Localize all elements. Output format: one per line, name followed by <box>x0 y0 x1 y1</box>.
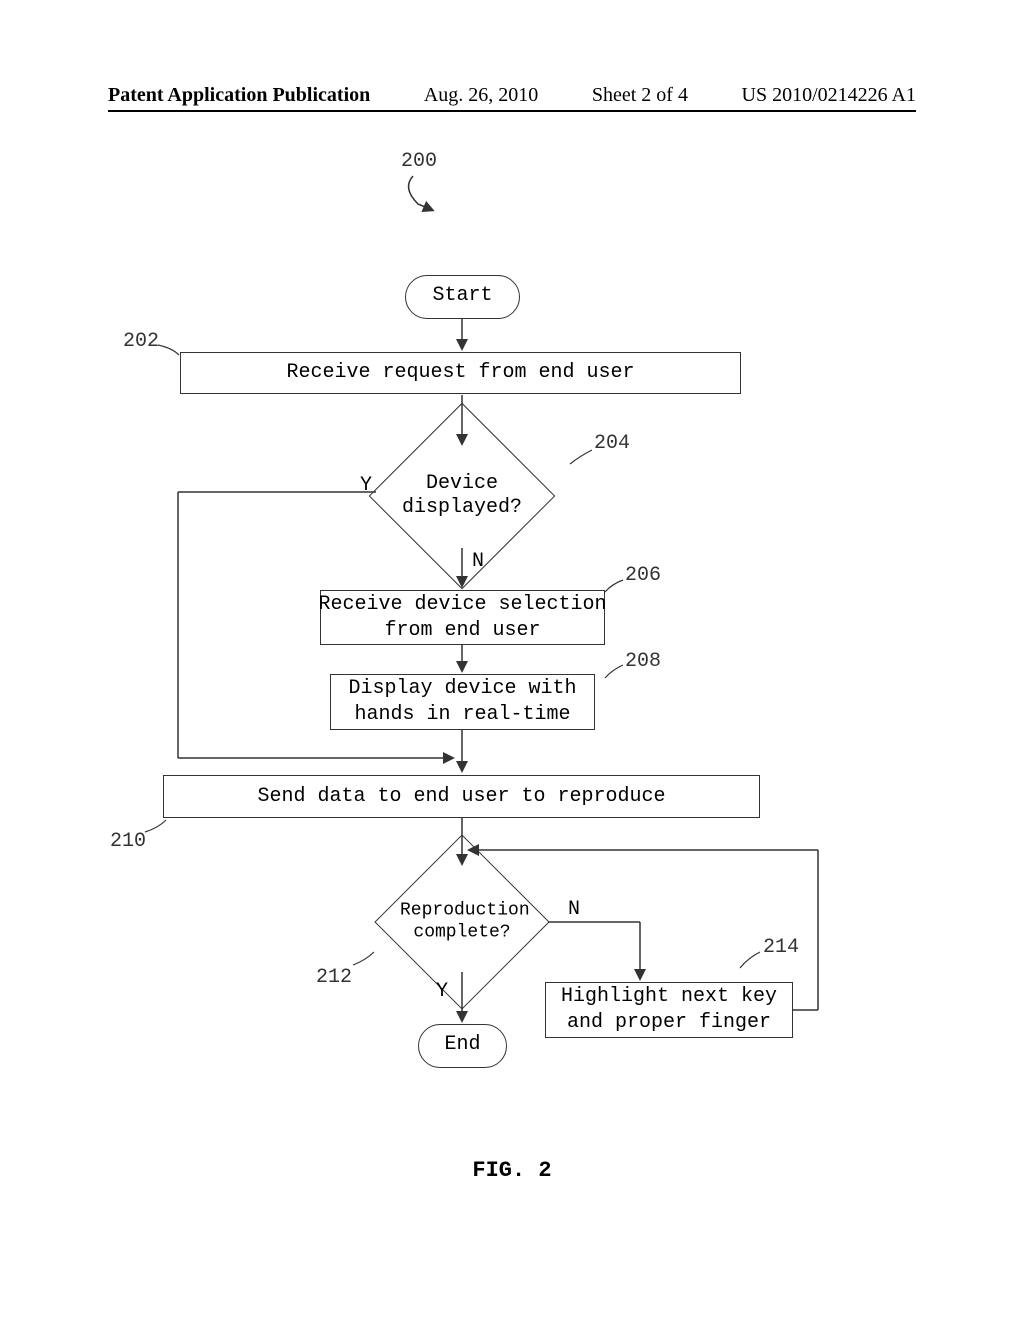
ref-204: 204 <box>594 432 630 455</box>
process-208-label: Display device with hands in real-time <box>348 676 576 728</box>
publication-number: US 2010/0214226 A1 <box>742 84 916 107</box>
ref-214: 214 <box>763 936 799 959</box>
figure-label: FIG. 2 <box>0 1158 1024 1183</box>
process-206: Receive device selection from end user <box>320 590 605 645</box>
process-214: Highlight next key and proper finger <box>545 982 793 1038</box>
ref-208: 208 <box>625 650 661 673</box>
process-202: Receive request from end user <box>180 352 741 394</box>
decision-212-label: Reproduction complete? <box>400 900 524 943</box>
ref-210: 210 <box>110 830 146 853</box>
decision-204: Device displayed? <box>396 430 528 562</box>
process-206-label: Receive device selection from end user <box>318 592 606 644</box>
terminal-end: End <box>418 1024 507 1068</box>
terminal-start-label: Start <box>432 284 492 307</box>
page-header: Patent Application Publication Aug. 26, … <box>0 84 1024 107</box>
ref-202: 202 <box>123 330 159 353</box>
process-210-label: Send data to end user to reproduce <box>257 784 665 810</box>
decision-212: Reproduction complete? <box>400 860 524 984</box>
ref-212: 212 <box>316 966 352 989</box>
terminal-end-label: End <box>444 1033 480 1056</box>
publication-date: Aug. 26, 2010 <box>424 84 538 107</box>
edge-label-204-n: N <box>472 550 484 573</box>
edge-label-212-n: N <box>568 898 580 921</box>
process-210: Send data to end user to reproduce <box>163 775 760 818</box>
publication-type: Patent Application Publication <box>108 84 370 107</box>
decision-204-label: Device displayed? <box>396 472 528 520</box>
process-202-label: Receive request from end user <box>286 360 634 386</box>
sheet-number: Sheet 2 of 4 <box>592 84 688 107</box>
header-divider <box>108 110 916 112</box>
process-214-label: Highlight next key and proper finger <box>561 984 777 1036</box>
terminal-start: Start <box>405 275 520 319</box>
process-208: Display device with hands in real-time <box>330 674 595 730</box>
flowchart-canvas: 200 <box>0 130 1024 1230</box>
edge-label-212-y: Y <box>436 980 448 1003</box>
edge-label-204-y: Y <box>360 474 372 497</box>
ref-206: 206 <box>625 564 661 587</box>
